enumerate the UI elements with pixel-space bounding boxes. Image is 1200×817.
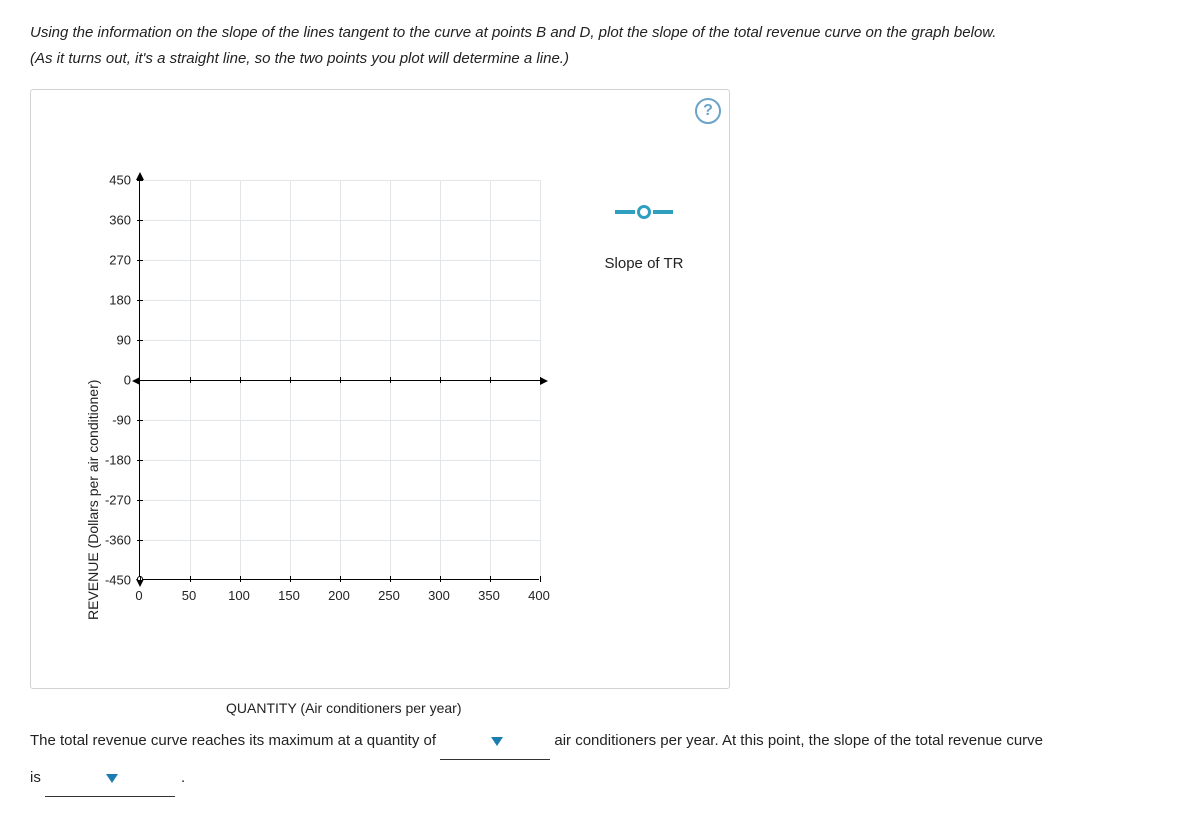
y-tick-label: 0 [91,373,131,388]
instructions-line1: Using the information on the slope of th… [30,24,996,41]
gridline-h [140,500,540,501]
x-tick-label: 300 [428,588,450,603]
x-axis-label: QUANTITY (Air conditioners per year) [226,700,461,716]
x-tick [190,576,191,582]
x-tick-label: 200 [328,588,350,603]
q-part1-before: The total revenue curve reaches its maxi… [30,732,436,749]
y-tick-label: 180 [91,293,131,308]
legend-label: Slope of TR [589,255,699,272]
x-tick [540,576,541,582]
instructions-line2: (As it turns out, it's a straight line, … [30,50,569,67]
quantity-dropdown[interactable] [440,723,550,760]
x-tick-label: 50 [182,588,196,603]
y-tick-label: -270 [91,493,131,508]
instructions: Using the information on the slope of th… [30,20,1170,71]
x-tick-label: 100 [228,588,250,603]
q-part2-before: is [30,769,41,786]
chevron-down-icon [491,737,503,746]
y-tick-label: 90 [91,333,131,348]
zero-line-tick [290,377,291,383]
legend-line-left [615,210,635,214]
y-axis-arrow-up-icon [136,172,144,180]
zero-line-tick [540,377,541,383]
y-tick-label: -450 [91,573,131,588]
x-tick-label: 350 [478,588,500,603]
gridline-h [140,180,540,181]
graph-panel: ? Slope of TR REVENUE (Dollars per air c… [30,89,730,689]
zero-line-tick [490,377,491,383]
legend[interactable]: Slope of TR [589,205,699,272]
x-tick [390,576,391,582]
y-tick-label: 450 [91,173,131,188]
plot-area[interactable] [139,180,539,580]
y-tick-label: -90 [91,413,131,428]
zero-line-tick [190,377,191,383]
y-tick [137,580,143,581]
chevron-down-icon [106,774,118,783]
x-tick [240,576,241,582]
y-tick-label: 360 [91,213,131,228]
zero-line-tick [340,377,341,383]
gridline-h [140,220,540,221]
legend-line-right [653,210,673,214]
zero-line-tick [440,377,441,383]
legend-point-icon [637,205,651,219]
y-tick [137,260,143,261]
x-tick [140,576,141,582]
gridline-h [140,460,540,461]
gridline-h [140,420,540,421]
chart[interactable]: REVENUE (Dollars per air conditioner) QU… [71,180,581,680]
x-tick-label: 0 [135,588,142,603]
x-axis-arrow-left-icon [132,377,140,385]
x-tick-label: 150 [278,588,300,603]
y-tick [137,420,143,421]
x-tick [340,576,341,582]
y-tick-label: 270 [91,253,131,268]
y-tick [137,180,143,181]
x-tick [440,576,441,582]
zero-line-tick [390,377,391,383]
y-tick-label: -180 [91,453,131,468]
x-tick [490,576,491,582]
y-tick [137,500,143,501]
slope-dropdown[interactable] [45,760,175,797]
x-axis-arrow-right-icon [540,377,548,385]
y-tick [137,540,143,541]
x-tick-label: 400 [528,588,550,603]
fill-in-question: The total revenue curve reaches its maxi… [30,723,1170,797]
x-tick-label: 250 [378,588,400,603]
legend-symbol [589,205,699,219]
gridline-h [140,260,540,261]
help-button[interactable]: ? [695,98,721,124]
gridline-h [140,340,540,341]
y-tick [137,300,143,301]
help-icon: ? [703,102,713,120]
x-tick [290,576,291,582]
q-part2-after: . [181,760,185,796]
y-tick [137,220,143,221]
y-tick [137,340,143,341]
q-part1-after: air conditioners per year. At this point… [554,732,1043,749]
y-tick-label: -360 [91,533,131,548]
gridline-h [140,540,540,541]
zero-line-tick [240,377,241,383]
y-tick [137,460,143,461]
gridline-h [140,300,540,301]
